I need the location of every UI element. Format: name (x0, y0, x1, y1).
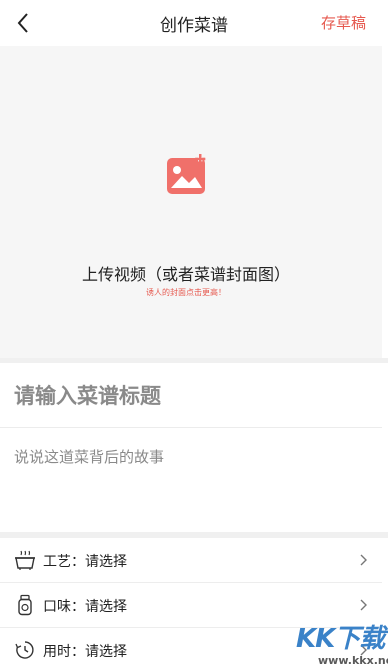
recipe-title-input[interactable]: 请输入菜谱标题 (14, 380, 374, 410)
upload-hint: 诱人的封面点击更高！ (146, 288, 226, 297)
recipe-story-input[interactable]: 说说这道菜背后的故事 (14, 446, 374, 467)
add-image-icon (167, 154, 206, 194)
seasoning-jar-icon (18, 594, 32, 616)
cover-upload-area[interactable]: 上传视频（或者菜谱封面图） 诱人的封面点击更高！ (0, 46, 382, 358)
chevron-right-icon (360, 599, 367, 611)
craft-option-row[interactable]: 工艺：请选择 (0, 538, 382, 582)
upload-label: 上传视频（或者菜谱封面图） (81, 265, 290, 284)
craft-option-label: 工艺：请选择 (43, 554, 127, 570)
divider (0, 427, 382, 428)
flavor-option-label: 口味：请选择 (43, 599, 127, 615)
cooking-pot-icon (15, 550, 35, 570)
section-divider (0, 358, 388, 363)
timer-icon (15, 641, 34, 659)
chevron-right-icon (360, 554, 367, 566)
top-nav-bar: 创作菜谱 存草稿 (0, 0, 388, 46)
watermark-logo: KK下载 (296, 624, 385, 654)
site-watermark: KK下载 www.kkx.net (296, 618, 388, 671)
time-option-label: 用时：请选择 (43, 644, 127, 660)
watermark-url: www.kkx.net (318, 654, 388, 667)
save-draft-button[interactable]: 存草稿 (321, 12, 366, 33)
